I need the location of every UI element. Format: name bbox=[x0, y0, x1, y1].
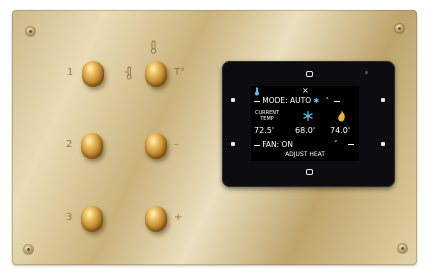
knob-2[interactable] bbox=[81, 133, 103, 159]
mode-label[interactable]: MODE: AUTO bbox=[262, 96, 311, 105]
chevron-down-icon[interactable]: ˅ bbox=[334, 140, 338, 148]
lcd-screen: × MODE: AUTO ✱ ˄ CURRENT TEMP 72.5' 68.0… bbox=[251, 86, 359, 161]
label-knob-3: 3 bbox=[66, 212, 73, 223]
screw-top-right bbox=[395, 24, 404, 33]
status-text: ADJUST HEAT bbox=[285, 151, 325, 158]
label-knob-2: 2 bbox=[66, 139, 73, 150]
label-increase: + bbox=[174, 212, 183, 223]
panel-button-top[interactable] bbox=[306, 71, 313, 77]
current-temp-label: CURRENT TEMP bbox=[255, 110, 280, 122]
knob-decrease[interactable] bbox=[145, 133, 167, 159]
knob-3[interactable] bbox=[81, 206, 103, 232]
panel-button-left-lower[interactable] bbox=[231, 142, 235, 146]
label-knob-1: 1 bbox=[67, 67, 74, 78]
heat-flame-icon bbox=[338, 110, 345, 122]
fan-row: FAN: ON ˅ bbox=[251, 140, 359, 149]
cool-setpoint-value[interactable]: 68.0' bbox=[295, 126, 315, 135]
cool-snowflake-icon bbox=[303, 111, 313, 121]
snowflake-icon: ✱ bbox=[313, 97, 320, 105]
screw-bottom-right bbox=[398, 244, 407, 253]
label-decrease: – bbox=[174, 139, 179, 150]
panel-indicator-led bbox=[365, 71, 368, 74]
fan-label[interactable]: FAN: ON bbox=[262, 140, 293, 149]
current-temp-value: 72.5' bbox=[254, 126, 275, 135]
heat-setpoint-value[interactable]: 74.0' bbox=[330, 126, 350, 135]
knob-increase[interactable] bbox=[145, 206, 167, 232]
thermometer-icon bbox=[150, 40, 157, 54]
knob-1[interactable] bbox=[82, 61, 104, 87]
thermometer-small-icon bbox=[125, 66, 132, 80]
chevron-up-icon[interactable]: ˄ bbox=[325, 97, 329, 105]
close-icon[interactable]: × bbox=[302, 86, 309, 95]
panel-button-right-upper[interactable] bbox=[381, 98, 385, 102]
panel-button-bottom[interactable] bbox=[306, 169, 313, 175]
label-temperature: T° bbox=[174, 67, 186, 78]
panel-button-right-lower[interactable] bbox=[381, 142, 385, 146]
screw-top-left bbox=[26, 27, 35, 36]
mode-row: MODE: AUTO ✱ ˄ bbox=[251, 96, 359, 105]
panel-button-left-upper[interactable] bbox=[231, 98, 235, 102]
screw-bottom-left bbox=[24, 245, 33, 254]
knob-temperature[interactable] bbox=[145, 61, 167, 87]
humidity-drop-icon bbox=[255, 87, 259, 96]
